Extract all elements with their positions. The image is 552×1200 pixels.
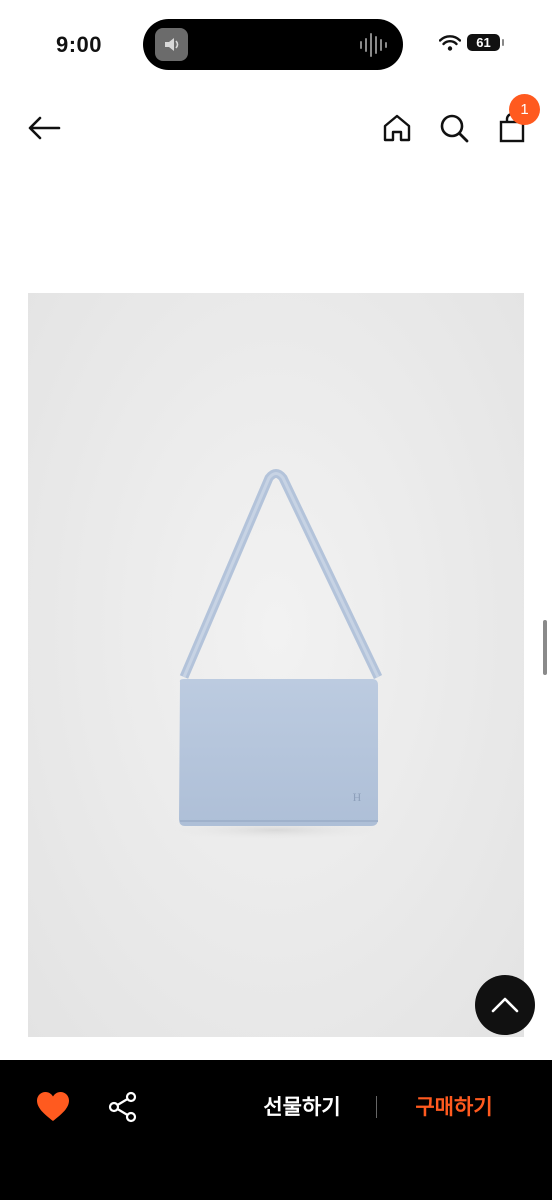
search-icon [440, 114, 469, 143]
heart-icon [37, 1092, 69, 1121]
share-button[interactable] [107, 1091, 139, 1123]
chevron-up-icon [491, 997, 519, 1013]
audio-wave-icon [360, 33, 387, 57]
media-app-icon [155, 28, 188, 61]
scroll-indicator[interactable] [543, 620, 547, 675]
scroll-to-top-button[interactable] [475, 975, 535, 1035]
wifi-icon [439, 34, 461, 51]
status-indicators: 61 [439, 34, 504, 51]
product-image[interactable]: H [28, 293, 524, 1037]
bottom-action-bar: 선물하기 구매하기 [0, 1060, 552, 1200]
home-button[interactable] [377, 108, 417, 148]
search-button[interactable] [434, 108, 474, 148]
svg-text:H: H [353, 790, 362, 804]
dynamic-island [143, 19, 403, 70]
like-button[interactable] [36, 1091, 70, 1123]
status-time: 9:00 [56, 32, 103, 57]
cart-count-badge: 1 [509, 94, 540, 125]
button-divider [376, 1096, 377, 1118]
back-button[interactable] [24, 108, 64, 148]
gift-button[interactable]: 선물하기 [244, 1090, 360, 1126]
share-icon [108, 1091, 137, 1123]
arrow-left-icon [28, 116, 61, 140]
buy-button[interactable]: 구매하기 [396, 1090, 512, 1126]
handbag-illustration: H [166, 469, 386, 840]
status-bar: 9:00 61 [0, 0, 552, 90]
top-navigation [0, 90, 552, 165]
home-icon [383, 114, 411, 142]
battery-indicator: 61 [467, 34, 504, 51]
